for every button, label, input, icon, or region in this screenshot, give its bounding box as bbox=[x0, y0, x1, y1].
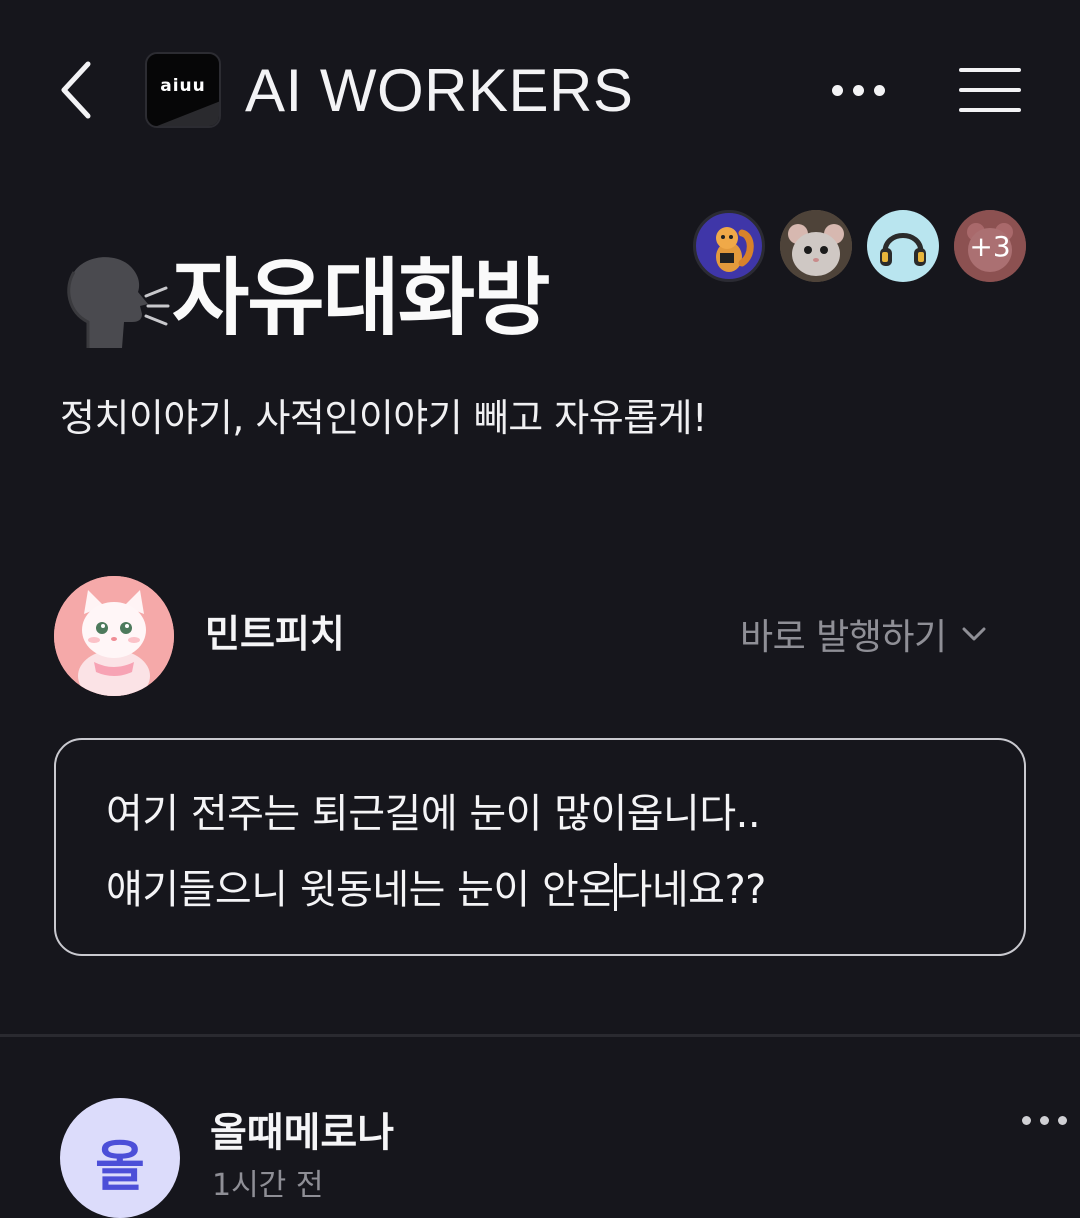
member-avatar-headphones[interactable] bbox=[867, 210, 939, 282]
more-options-button[interactable] bbox=[818, 70, 898, 110]
hamburger-menu-button[interactable] bbox=[955, 64, 1025, 116]
member-avatar-squirrel[interactable] bbox=[693, 210, 765, 282]
white-cat-icon bbox=[54, 576, 174, 696]
member-avatar-hamster[interactable] bbox=[780, 210, 852, 282]
logo-shape bbox=[157, 101, 219, 126]
section-divider bbox=[0, 1034, 1080, 1037]
more-dot bbox=[873, 84, 885, 96]
post-timestamp: 1시간 전 bbox=[212, 1168, 324, 1203]
member-avatar-more[interactable]: +3 bbox=[954, 210, 1026, 282]
hamster-icon bbox=[780, 210, 852, 282]
post-author-name[interactable]: 올때메로나 bbox=[210, 1106, 394, 1160]
post-text-line: 얘기들으니 윗동네는 눈이 안온다네요?? bbox=[106, 852, 974, 928]
room-description: 정치이야기, 사적인이야기 빼고 자유롭게! bbox=[60, 396, 707, 440]
author-avatar[interactable] bbox=[54, 576, 174, 696]
author-name: 민트피치 bbox=[205, 612, 345, 656]
more-horizontal-icon bbox=[1022, 1116, 1031, 1125]
brand-title[interactable]: AI WORKERS bbox=[245, 56, 633, 126]
post-more-button[interactable] bbox=[1022, 1116, 1067, 1125]
publish-option-dropdown[interactable]: 바로 발행하기 bbox=[740, 608, 987, 660]
hamburger-menu-icon bbox=[959, 68, 1021, 72]
menu-line bbox=[959, 108, 1021, 112]
more-dot bbox=[852, 84, 864, 96]
back-button[interactable] bbox=[52, 58, 100, 122]
more-horizontal-icon bbox=[831, 84, 843, 96]
community-logo[interactable]: aiuu bbox=[145, 52, 221, 128]
member-overflow-count: +3 bbox=[954, 210, 1026, 282]
more-dot bbox=[1058, 1116, 1067, 1125]
avatar-initial: 올 bbox=[95, 1135, 145, 1198]
speaking-head-icon bbox=[67, 257, 170, 348]
squirrel-icon bbox=[716, 227, 754, 272]
post-text-segment: 얘기들으니 윗동네는 눈이 안온 bbox=[106, 867, 615, 913]
room-title: 자유대화방 bbox=[172, 249, 550, 347]
post-text-line: 여기 전주는 퇴근길에 눈이 많이옵니다.. bbox=[106, 791, 761, 837]
more-dot bbox=[1040, 1116, 1049, 1125]
post-content-textarea[interactable]: 여기 전주는 퇴근길에 눈이 많이옵니다.. 얘기들으니 윗동네는 눈이 안온다… bbox=[54, 738, 1026, 956]
menu-line bbox=[959, 88, 1021, 92]
post-text-segment: 다네요?? bbox=[615, 867, 767, 913]
chevron-down-icon bbox=[962, 627, 986, 641]
headphones-icon bbox=[880, 233, 926, 266]
post-author-avatar[interactable]: 올 bbox=[60, 1098, 180, 1218]
publish-label: 바로 발행하기 bbox=[740, 617, 947, 658]
chevron-left-icon bbox=[61, 61, 91, 119]
